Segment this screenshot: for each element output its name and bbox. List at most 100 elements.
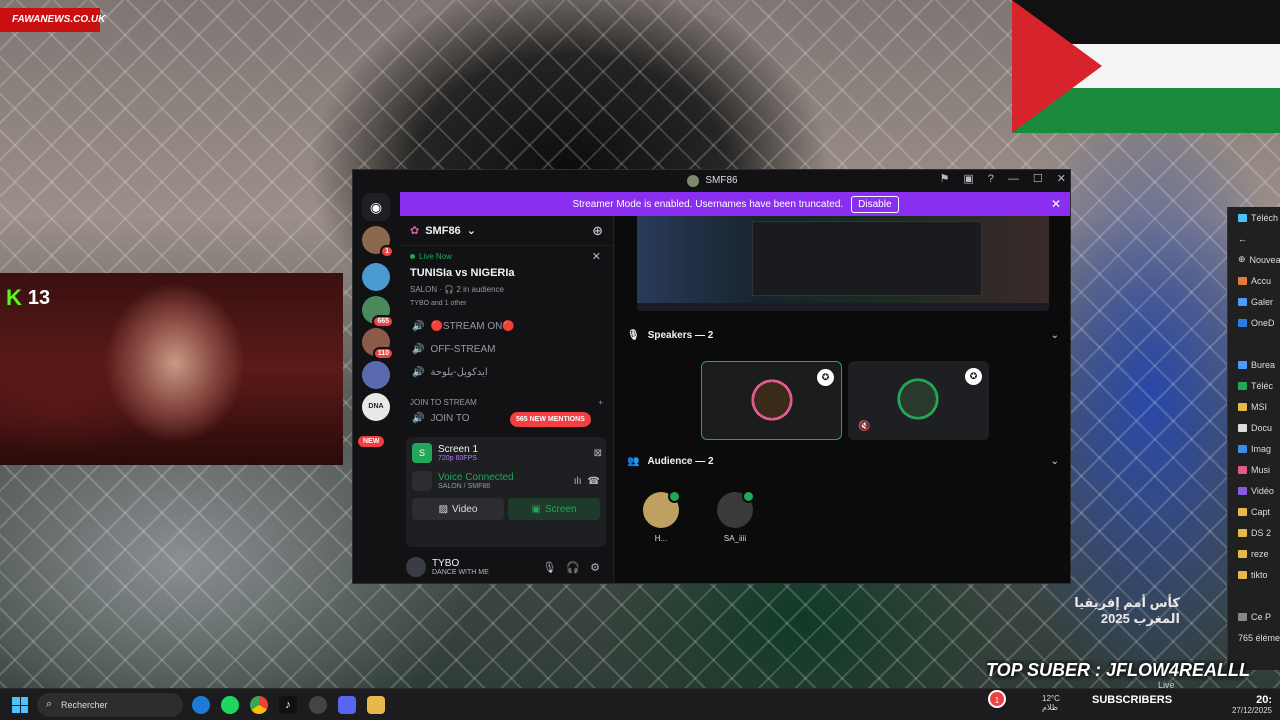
- tiktok-icon[interactable]: ♪: [279, 696, 297, 714]
- flag-icon[interactable]: ⚑: [940, 172, 950, 185]
- avatar: [744, 372, 800, 428]
- close-window-button[interactable]: ✕: [1057, 172, 1066, 185]
- add-channel-icon[interactable]: +: [598, 398, 603, 407]
- close-banner-icon[interactable]: ✕: [1051, 197, 1061, 211]
- avatar[interactable]: [406, 557, 426, 577]
- download-icon: [1238, 213, 1247, 222]
- stream-preview[interactable]: [637, 216, 1049, 311]
- explorer-row[interactable]: Capt: [1228, 501, 1280, 522]
- explorer-row[interactable]: reze: [1228, 543, 1280, 564]
- stage-title: TUNISIa vs NIGERIa: [410, 267, 515, 279]
- headphones-icon[interactable]: 🎧: [566, 561, 580, 574]
- avatar: [890, 371, 946, 427]
- video-icon: [1238, 486, 1247, 495]
- discord-icon[interactable]: [338, 696, 356, 714]
- explorer-row[interactable]: Ce P: [1228, 606, 1280, 627]
- window-title: SMF86: [705, 175, 738, 186]
- explorer-row[interactable]: tikto: [1228, 564, 1280, 585]
- live-stage-card[interactable]: Live Now TUNISIa vs NIGERIa SALON · 🎧 2 …: [400, 246, 613, 307]
- speaker-icon: 🔊: [412, 344, 425, 355]
- system-clock[interactable]: 20: 27/12/2025: [1232, 694, 1272, 715]
- explorer-row[interactable]: Galer: [1228, 291, 1280, 312]
- server-icon[interactable]: DNA: [362, 393, 390, 421]
- channel-arabic[interactable]: 🔊 ايدكويل-بلوحة: [400, 361, 613, 384]
- search-input[interactable]: ⌕ Rechercher: [37, 693, 183, 717]
- user-panel: TYBO DANCE WITH ME 🎙 🎧 ⚙: [406, 551, 606, 583]
- speaker-tile[interactable]: ✪ 🔇: [848, 361, 989, 440]
- explorer-row[interactable]: DS 2: [1228, 522, 1280, 543]
- voice-status[interactable]: Voice Connected: [438, 472, 514, 483]
- discord-window: SMF86 ⚑ ▣ ? — ☐ ✕ Streamer Mode is enabl…: [352, 169, 1071, 584]
- explorer-row[interactable]: MSI: [1228, 396, 1280, 417]
- noise-icon[interactable]: ılı: [574, 476, 582, 487]
- explorer-row[interactable]: Téléc: [1228, 375, 1280, 396]
- edge-icon[interactable]: [192, 696, 210, 714]
- add-member-icon[interactable]: ⊕: [592, 223, 603, 239]
- dismiss-icon[interactable]: ✕: [592, 250, 601, 263]
- category-join-to-stream[interactable]: JOIN TO STREAM +: [400, 384, 613, 407]
- channel-off-stream[interactable]: 🔊 OFF-STREAM: [400, 338, 613, 361]
- windows-start-icon[interactable]: [12, 697, 28, 713]
- disable-button[interactable]: Disable: [851, 195, 899, 213]
- server-icon[interactable]: [362, 361, 390, 389]
- maximize-button[interactable]: ☐: [1033, 172, 1043, 185]
- minimize-button[interactable]: —: [1008, 173, 1019, 185]
- explorer-row[interactable]: Musi: [1228, 459, 1280, 480]
- explorer-nav[interactable]: ←: [1228, 228, 1280, 249]
- speaker-tile[interactable]: ✪: [701, 361, 842, 440]
- gear-icon[interactable]: ⚙: [590, 561, 600, 574]
- screen-button[interactable]: ▣ Screen: [508, 498, 600, 520]
- stop-share-icon[interactable]: ⊠: [594, 448, 602, 459]
- explorer-status: 765 élément: [1238, 632, 1280, 643]
- explorer-row[interactable]: Accu: [1228, 270, 1280, 291]
- video-button[interactable]: ▨ Video: [412, 498, 504, 520]
- chrome-icon[interactable]: [250, 696, 268, 714]
- plus-icon: ⊕: [1238, 254, 1246, 264]
- chevron-down-icon: ⌄: [1050, 329, 1059, 341]
- server-icon[interactable]: 1: [362, 226, 394, 258]
- help-icon[interactable]: ?: [988, 173, 994, 185]
- screenshare-title: Screen 1: [438, 444, 479, 455]
- webcam-overlay: K 13: [0, 273, 343, 465]
- server-icon[interactable]: 665: [362, 296, 394, 328]
- spotify-icon[interactable]: [221, 696, 239, 714]
- server-icon[interactable]: [362, 263, 390, 291]
- server-icon: [687, 174, 700, 187]
- channel-stream-on[interactable]: 🔊 🔴STREAM ON🔴: [400, 315, 613, 338]
- explorer-row[interactable]: Vidéo: [1228, 480, 1280, 501]
- steam-icon[interactable]: [309, 696, 327, 714]
- new-badge: NEW: [358, 436, 385, 447]
- explorer-row[interactable]: Burea: [1228, 354, 1280, 375]
- screenshare-row: S Screen 1 720p 60FPS ⊠: [406, 437, 606, 463]
- server-icon[interactable]: 110: [362, 328, 394, 360]
- explorer-row[interactable]: Imag: [1228, 438, 1280, 459]
- server-rail: ◉ 1 665 110 DNA NEW: [353, 191, 399, 583]
- explorer-row[interactable]: Docu: [1228, 417, 1280, 438]
- streamer-mode-banner: Streamer Mode is enabled. Usernames have…: [400, 192, 1070, 216]
- microphone-icon[interactable]: 🎙: [542, 561, 556, 574]
- explorer-row[interactable]: ⊕ Nouvea: [1228, 249, 1280, 270]
- computer-icon: [1238, 612, 1247, 621]
- kick-counter: K 13: [6, 285, 50, 311]
- audience-header[interactable]: 👥 Audience — 2 ⌄: [627, 451, 1059, 471]
- audience-member[interactable]: SA_iiii: [715, 490, 755, 543]
- server-header[interactable]: ✿ SMF86 ⌄ ⊕: [400, 216, 613, 246]
- explorer-row[interactable]: OneD: [1228, 312, 1280, 333]
- weather-widget[interactable]: 12°C ظلام: [1042, 694, 1060, 712]
- audience-member[interactable]: H...: [641, 490, 681, 543]
- voice-connected-row: Voice Connected SALON / SMF86 ılı ☎: [406, 463, 606, 491]
- inbox-icon[interactable]: ▣: [963, 172, 973, 185]
- speakers-header[interactable]: 🎙 Speakers — 2 ⌄: [627, 325, 1059, 345]
- server-name: SMF86: [425, 224, 461, 237]
- file-explorer-icon[interactable]: [367, 696, 385, 714]
- live-now-label: Live Now: [410, 252, 603, 261]
- document-icon: [1238, 423, 1247, 432]
- disconnect-icon[interactable]: ☎: [588, 476, 600, 487]
- avatar: [717, 490, 755, 528]
- tournament-country-ar: المغرب: [1133, 611, 1180, 626]
- new-mentions-pill[interactable]: 565 NEW MENTIONS: [510, 412, 591, 427]
- folder-icon: [1238, 507, 1247, 516]
- chevron-down-icon: ⌄: [1050, 455, 1059, 467]
- discord-home-icon[interactable]: ◉: [362, 193, 390, 221]
- explorer-row[interactable]: Téléch: [1228, 207, 1280, 228]
